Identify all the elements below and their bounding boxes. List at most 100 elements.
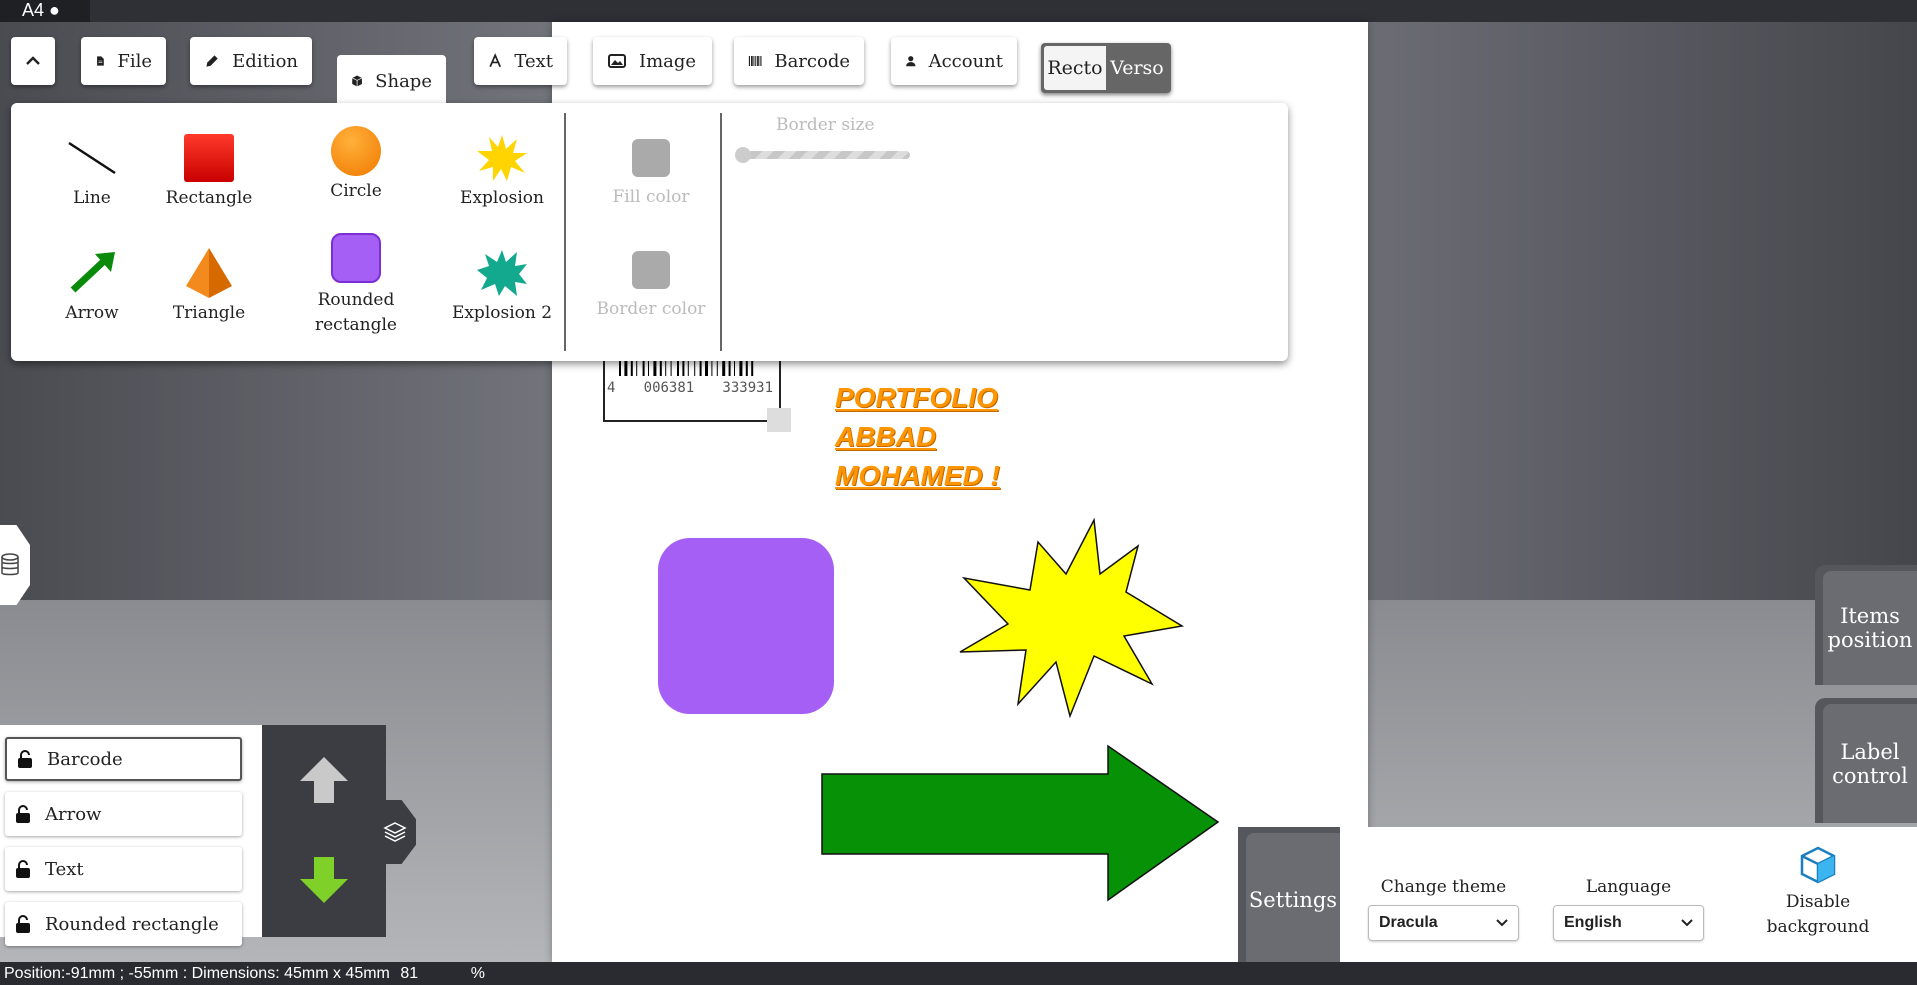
shape-triangle-label: Triangle	[172, 303, 246, 323]
cube-icon	[1800, 846, 1836, 884]
language-value: English	[1564, 914, 1622, 931]
shape-panel: Line Rectangle Circle Explosion Arrow Tr…	[11, 103, 1288, 361]
barcode-menu-label: Barcode	[774, 50, 850, 72]
status-bar: Position:-91mm ; -55mm : Dimensions: 45m…	[0, 962, 1917, 985]
position-dimensions-readout: Position:-91mm ; -55mm : Dimensions: 45m…	[4, 965, 390, 982]
layer-item-barcode[interactable]: Barcode	[5, 737, 242, 781]
unlock-icon	[16, 915, 30, 933]
barcode-digit-3: 333931	[722, 380, 773, 396]
shape-menu-label: Shape	[375, 70, 432, 92]
fill-color-label: Fill color	[612, 187, 690, 207]
text-line-1: PORTFOLIO	[835, 382, 998, 413]
layer-label: Text	[45, 858, 84, 880]
shape-explosion-2-button[interactable]: Explosion 2	[442, 243, 562, 323]
edition-menu-button[interactable]: Edition	[190, 37, 312, 85]
shape-arrow-button[interactable]: Arrow	[32, 243, 152, 323]
border-size-slider-knob[interactable]	[735, 147, 751, 163]
layer-label: Arrow	[45, 803, 102, 825]
theme-label: Change theme	[1380, 877, 1507, 897]
label-control-label: Label control	[1823, 704, 1917, 823]
rectangle-shape-icon	[184, 134, 234, 182]
fill-color-button[interactable]: Fill color	[591, 139, 711, 207]
explosion-2-shape-icon	[477, 250, 527, 296]
canvas-text-item[interactable]: PORTFOLIO ABBAD MOHAMED !	[835, 378, 1000, 495]
border-color-swatch	[632, 251, 670, 289]
chevron-up-icon	[26, 56, 40, 65]
layer-item-text[interactable]: Text	[5, 847, 242, 891]
barcode-menu-button[interactable]: Barcode	[734, 37, 864, 85]
shape-circle-button[interactable]: Circle	[296, 121, 416, 201]
shape-explosion-label: Explosion	[460, 188, 544, 208]
shape-line-button[interactable]: Line	[32, 128, 152, 208]
file-menu-label: File	[117, 50, 152, 72]
recto-option[interactable]: Recto	[1044, 46, 1106, 90]
account-menu-button[interactable]: Account	[891, 37, 1017, 85]
shape-line-label: Line	[73, 188, 111, 208]
database-icon	[1, 553, 19, 576]
shape-triangle-button[interactable]: Triangle	[149, 243, 269, 323]
language-select[interactable]: English	[1553, 905, 1704, 941]
circle-shape-icon	[331, 126, 381, 176]
items-position-label: Items position	[1823, 571, 1917, 685]
layer-label: Barcode	[47, 748, 123, 770]
border-color-label: Border color	[596, 299, 706, 319]
edition-menu-label: Edition	[232, 50, 298, 72]
shape-menu-tab[interactable]: Shape	[337, 55, 446, 107]
label-control-tab[interactable]: Label control	[1815, 698, 1917, 823]
language-control: Language English	[1553, 877, 1704, 941]
chevron-down-icon	[1496, 919, 1508, 927]
verso-option[interactable]: Verso	[1106, 46, 1168, 90]
shape-arrow-label: Arrow	[65, 303, 119, 323]
settings-tab-label: Settings	[1246, 833, 1340, 967]
chevron-down-icon	[1681, 919, 1693, 927]
zoom-percent-label: %	[470, 965, 486, 982]
document-tag[interactable]: A4 ●	[0, 0, 90, 22]
layers-icon	[383, 822, 407, 842]
collapse-toolbar-button[interactable]	[11, 37, 55, 85]
fill-color-swatch	[632, 139, 670, 177]
resize-handle[interactable]	[767, 408, 791, 432]
disable-background-button[interactable]: Disable background	[1758, 845, 1878, 940]
settings-tab[interactable]: Settings	[1238, 827, 1340, 967]
panel-divider-1	[564, 113, 566, 351]
image-icon	[608, 54, 626, 68]
layer-label: Rounded rectangle	[45, 913, 219, 935]
border-size-slider[interactable]	[735, 147, 910, 163]
unlock-icon	[16, 860, 30, 878]
shape-rectangle-button[interactable]: Rectangle	[149, 128, 269, 208]
triangle-shape-icon	[186, 248, 232, 298]
theme-select[interactable]: Dracula	[1368, 905, 1519, 941]
image-menu-label: Image	[639, 50, 697, 72]
shape-explosion-2-label: Explosion 2	[451, 303, 553, 323]
move-layer-down-button[interactable]	[298, 855, 350, 905]
zoom-input[interactable]: 81	[400, 962, 460, 985]
image-menu-button[interactable]: Image	[593, 37, 712, 85]
text-menu-label: Text	[514, 50, 553, 72]
layer-item-arrow[interactable]: Arrow	[5, 792, 242, 836]
arrow-shape-icon	[70, 252, 115, 293]
recto-verso-toggle[interactable]: Recto Verso	[1041, 43, 1171, 93]
disable-background-label: Disable background	[1766, 892, 1870, 937]
layer-item-rounded-rectangle[interactable]: Rounded rectangle	[5, 902, 242, 946]
border-color-button[interactable]: Border color	[591, 251, 711, 319]
language-label: Language	[1585, 877, 1672, 897]
text-menu-button[interactable]: Text	[474, 37, 567, 85]
line-shape-icon	[68, 141, 116, 175]
rounded-rectangle-item[interactable]	[658, 538, 834, 714]
shape-explosion-button[interactable]: Explosion	[442, 128, 562, 208]
items-position-tab[interactable]: Items position	[1815, 565, 1917, 685]
unlock-icon	[18, 750, 32, 768]
move-layer-up-button[interactable]	[298, 755, 350, 805]
border-size-label: Border size	[776, 115, 875, 135]
barcode-icon	[748, 55, 762, 67]
shape-rounded-rectangle-button[interactable]: Rounded rectangle	[296, 228, 416, 338]
explosion-item[interactable]	[958, 518, 1188, 718]
layers-panel: Barcode Arrow Text Rounded rectangle	[0, 725, 262, 946]
shape-rounded-rectangle-label: Rounded rectangle	[314, 290, 397, 335]
arrow-item[interactable]	[820, 744, 1220, 904]
explosion-shape-icon	[477, 135, 527, 181]
panel-divider-2	[720, 113, 722, 351]
top-bar	[0, 0, 1917, 22]
file-menu-button[interactable]: File	[81, 37, 166, 85]
pencil-icon	[206, 55, 218, 67]
